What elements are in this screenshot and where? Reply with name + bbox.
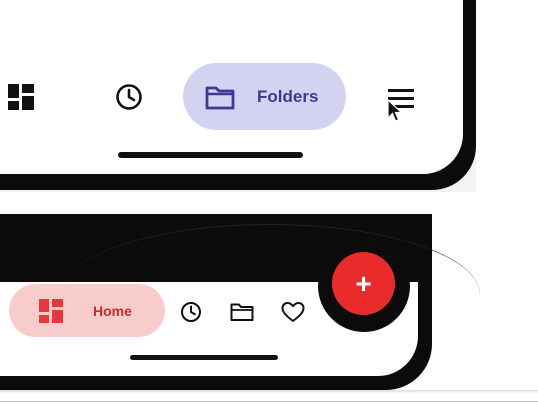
- top-home-indicator: [118, 152, 303, 158]
- top-nav-folders-button[interactable]: Folders: [183, 63, 346, 130]
- history-icon: [181, 302, 201, 322]
- top-phone-panel: Folders: [0, 0, 476, 192]
- top-nav-folders-label: Folders: [257, 86, 319, 106]
- add-fab-button[interactable]: +: [332, 252, 395, 315]
- dashboard-icon: [39, 298, 63, 323]
- bottom-nav-history-button[interactable]: [178, 299, 204, 325]
- top-bottom-navigation-bar: Folders: [0, 60, 476, 132]
- mouse-pointer-icon: [387, 99, 403, 122]
- bottom-nav-home-button[interactable]: Home: [9, 284, 165, 337]
- divider-line: [0, 401, 538, 402]
- history-icon: [116, 84, 142, 110]
- bottom-nav-favorites-button[interactable]: [280, 299, 306, 325]
- dashboard-icon: [8, 84, 34, 110]
- bottom-nav-home-label: Home: [93, 302, 132, 319]
- heart-icon: [281, 302, 305, 322]
- folder-icon: [230, 303, 254, 321]
- bottom-home-indicator: [130, 355, 278, 360]
- top-nav-dashboard-button[interactable]: [6, 82, 36, 112]
- top-nav-history-button[interactable]: [113, 81, 145, 113]
- bottom-phone-panel: + Home: [0, 214, 538, 403]
- bottom-panel-shadow: [0, 390, 538, 394]
- folder-icon: [205, 86, 235, 109]
- bottom-nav-folder-button[interactable]: [229, 300, 255, 324]
